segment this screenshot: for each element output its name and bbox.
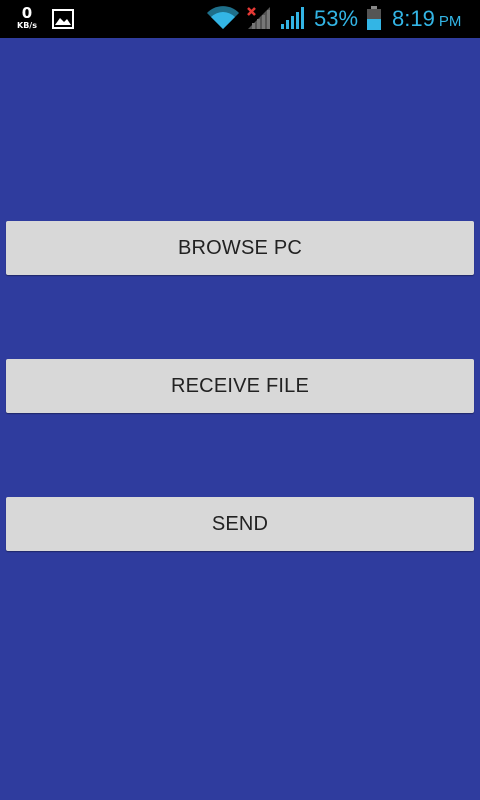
battery-percentage: 53%	[314, 6, 359, 31]
clock-time: 8:19	[392, 6, 435, 31]
clock-ampm: PM	[438, 13, 462, 30]
receive-file-button[interactable]: RECEIVE FILE	[6, 359, 474, 413]
status-bar: 0 KB/s 53% 8:19 PM	[0, 0, 480, 38]
browse-pc-button[interactable]: BROWSE PC	[6, 221, 474, 275]
app-screen: 0 KB/s 53% 8:19 PM BROWSE PC RECEIVE FIL…	[0, 0, 480, 800]
send-button[interactable]: SEND	[6, 497, 474, 551]
wifi-icon	[207, 6, 239, 29]
image-notification-icon	[52, 9, 74, 29]
signal-icon	[281, 7, 304, 29]
network-speed-indicator: 0 KB/s	[12, 6, 42, 30]
status-clock: 8:19 PM	[392, 6, 461, 35]
battery-icon	[367, 6, 381, 30]
network-speed-unit: KB/s	[17, 21, 37, 30]
signal-no-data-icon	[247, 7, 270, 29]
network-speed-value: 0	[21, 4, 33, 22]
